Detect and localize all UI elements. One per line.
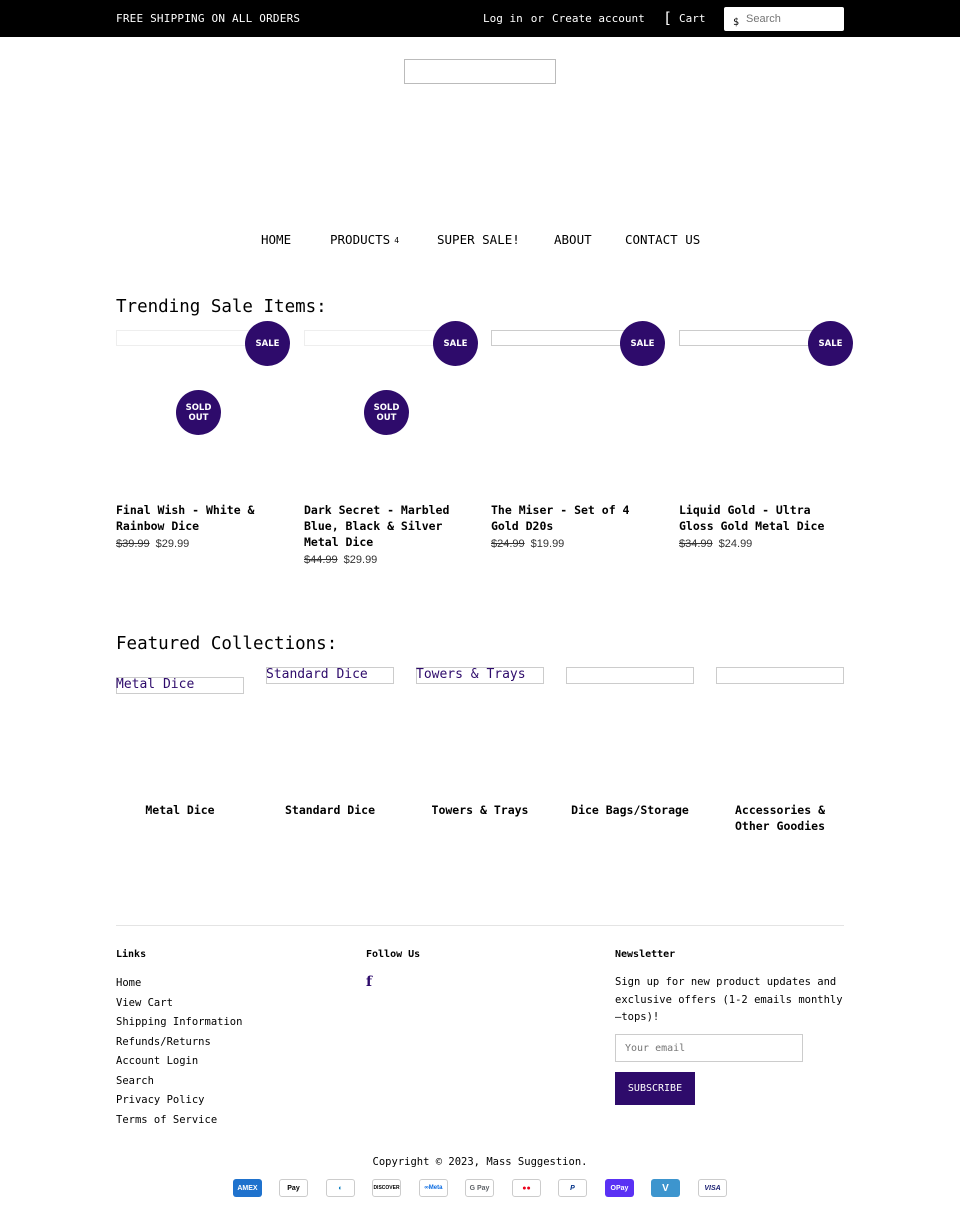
sale-badge: SALE <box>433 321 478 366</box>
product-image[interactable] <box>679 330 819 346</box>
sale-price: $29.99 <box>155 538 190 550</box>
collection-image-alt: Towers & Trays <box>416 667 526 682</box>
footer-link-shipping[interactable]: Shipping Information <box>116 1013 242 1033</box>
visa-icon: VISA <box>698 1179 727 1197</box>
sale-price: $29.99 <box>343 554 378 566</box>
footer-links-column: Links Home View Cart Shipping Informatio… <box>116 949 242 1130</box>
collection-title[interactable]: Towers & Trays <box>416 802 544 818</box>
search-form: $ <box>724 7 844 31</box>
diners-club-icon: ◐ <box>326 1179 355 1197</box>
sale-price: $24.99 <box>718 538 753 550</box>
product-title[interactable]: The Miser - Set of 4 Gold D20s <box>491 502 651 534</box>
footer-link-home[interactable]: Home <box>116 974 242 994</box>
sale-price: $19.99 <box>530 538 565 550</box>
nav-about[interactable]: ABOUT <box>554 232 592 247</box>
copyright: Copyright © 2023, Mass Suggestion. <box>372 1156 588 1168</box>
mastercard-icon: ●● <box>512 1179 541 1197</box>
collection-image-alt: Standard Dice <box>266 667 368 682</box>
collection-title[interactable]: Dice Bags/Storage <box>566 802 694 818</box>
sale-badge: SALE <box>620 321 665 366</box>
search-icon[interactable]: $ <box>733 17 739 28</box>
discover-icon: DISCOVER <box>372 1179 401 1197</box>
original-price: $39.99 <box>116 538 150 550</box>
meta-pay-icon: ∞Meta <box>419 1179 448 1197</box>
venmo-icon: V <box>651 1179 680 1197</box>
newsletter-description: Sign up for new product updates and excl… <box>615 976 843 1023</box>
product-price: $39.99 $29.99 <box>116 538 189 550</box>
collection-image-alt: Metal Dice <box>116 677 195 692</box>
product-price: $34.99 $24.99 <box>679 538 752 550</box>
collection-image[interactable] <box>716 667 844 684</box>
newsletter-email-input[interactable] <box>615 1034 803 1062</box>
product-title[interactable]: Final Wish - White & Rainbow Dice <box>116 502 276 534</box>
apple-pay-icon: Pay <box>279 1179 308 1197</box>
free-shipping-promo: FREE SHIPPING ON ALL ORDERS <box>116 12 301 25</box>
announcement-bar: FREE SHIPPING ON ALL ORDERS Log in or Crea… <box>0 0 960 37</box>
search-input[interactable] <box>746 11 840 27</box>
collection-image[interactable] <box>566 667 694 684</box>
subscribe-button[interactable]: SUBSCRIBE <box>615 1072 695 1105</box>
paypal-icon: P <box>558 1179 587 1197</box>
sold-out-badge: SOLD OUT <box>176 390 221 435</box>
nav-contact[interactable]: CONTACT US <box>625 232 700 247</box>
account-links: Log in or Create account <box>483 12 645 25</box>
main-nav: HOME PRODUCTS 4 SUPER SALE! ABOUT CONTACT… <box>0 232 960 250</box>
sale-badge: SALE <box>808 321 853 366</box>
shop-pay-icon: OPay <box>605 1179 634 1197</box>
product-image[interactable] <box>491 330 631 346</box>
footer-link-privacy[interactable]: Privacy Policy <box>116 1091 242 1111</box>
collection-title[interactable]: Standard Dice <box>266 802 394 818</box>
nav-home[interactable]: HOME <box>261 232 291 247</box>
product-title[interactable]: Liquid Gold - Ultra Gloss Gold Metal Dic… <box>679 502 839 534</box>
footer-follow-column: Follow Us f <box>366 949 420 990</box>
footer-newsletter-heading: Newsletter <box>615 949 676 960</box>
amex-icon: AMEX <box>233 1179 262 1197</box>
original-price: $44.99 <box>304 554 338 566</box>
create-account-link[interactable]: Create account <box>552 12 645 25</box>
nav-super-sale[interactable]: SUPER SALE! <box>437 232 520 247</box>
facebook-icon[interactable]: f <box>366 974 420 990</box>
featured-collections-heading: Featured Collections: <box>116 634 338 654</box>
original-price: $34.99 <box>679 538 713 550</box>
footer-follow-heading: Follow Us <box>366 949 421 960</box>
cart-icon[interactable]: [ <box>663 9 672 27</box>
product-image[interactable] <box>304 330 444 346</box>
product-price: $24.99 $19.99 <box>491 538 564 550</box>
footer-link-account-login[interactable]: Account Login <box>116 1052 242 1072</box>
footer-link-terms[interactable]: Terms of Service <box>116 1111 242 1131</box>
footer-divider <box>116 925 844 926</box>
product-title[interactable]: Dark Secret - Marbled Blue, Black & Silv… <box>304 502 464 550</box>
sold-out-badge: SOLD OUT <box>364 390 409 435</box>
cart-link[interactable]: Cart <box>679 12 706 25</box>
product-image[interactable] <box>116 330 256 346</box>
original-price: $24.99 <box>491 538 525 550</box>
nav-products-label: PRODUCTS <box>330 232 391 247</box>
nav-products[interactable]: PRODUCTS 4 <box>330 232 399 247</box>
or-separator: or <box>530 12 544 25</box>
chevron-down-icon: 4 <box>394 236 400 245</box>
collection-title[interactable]: Accessories & Other Goodies <box>716 802 844 834</box>
product-price: $44.99 $29.99 <box>304 554 377 566</box>
site-logo[interactable] <box>404 59 556 84</box>
google-pay-icon: G Pay <box>465 1179 494 1197</box>
login-link[interactable]: Log in <box>483 12 523 25</box>
sale-badge: SALE <box>245 321 290 366</box>
footer-link-refunds[interactable]: Refunds/Returns <box>116 1033 242 1053</box>
footer-link-search[interactable]: Search <box>116 1072 242 1092</box>
footer-links-heading: Links <box>116 949 147 960</box>
collection-title[interactable]: Metal Dice <box>116 802 244 818</box>
footer-link-view-cart[interactable]: View Cart <box>116 994 242 1014</box>
trending-heading: Trending Sale Items: <box>116 297 327 317</box>
footer-newsletter-column: Newsletter Sign up for new product updat… <box>615 949 843 1027</box>
